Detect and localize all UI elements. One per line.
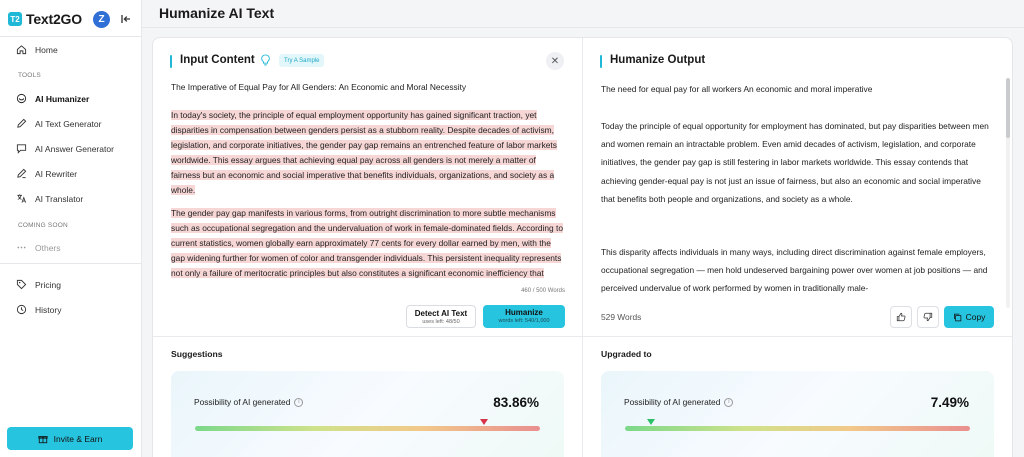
sidebar-item-label: AI Translator bbox=[35, 193, 84, 204]
sidebar-item-ai-text-generator[interactable]: AI Text Generator bbox=[16, 118, 101, 129]
home-icon bbox=[16, 45, 27, 55]
sidebar-item-label: Pricing bbox=[35, 279, 61, 290]
collapse-sidebar-icon[interactable] bbox=[118, 12, 132, 26]
sidebar-item-label: AI Answer Generator bbox=[35, 143, 114, 154]
page-title: Humanize AI Text bbox=[159, 5, 275, 21]
divider bbox=[0, 263, 142, 264]
ai-score-gauge bbox=[195, 419, 540, 431]
sidebar-item-label: AI Rewriter bbox=[35, 168, 78, 179]
copy-icon bbox=[953, 313, 961, 321]
chat-icon bbox=[16, 144, 27, 154]
ai-score-gauge bbox=[625, 419, 970, 431]
tag-icon bbox=[16, 279, 27, 290]
output-scrollbar[interactable] bbox=[1006, 78, 1010, 308]
invite-earn-button[interactable]: Invite & Earn bbox=[7, 427, 133, 450]
sidebar-item-label: History bbox=[35, 304, 62, 315]
gauge-marker bbox=[480, 419, 489, 425]
thumbs-down-button[interactable] bbox=[917, 306, 939, 328]
humanizer-card: Input Content Try A Sample ✕ The Imperat… bbox=[152, 37, 1013, 457]
gift-icon bbox=[38, 435, 48, 443]
sidebar-item-label: Others bbox=[35, 242, 61, 253]
sidebar-item-label: AI Humanizer bbox=[35, 93, 90, 104]
detect-ai-text-button[interactable]: Detect AI Text uses left: 48/50 bbox=[406, 305, 476, 328]
output-word-count: 529 Words bbox=[601, 312, 642, 322]
input-paragraph[interactable]: In today's society, the principle of equ… bbox=[171, 108, 564, 198]
input-panel-title: Input Content bbox=[180, 54, 255, 66]
input-word-count: 460 / 500 Words bbox=[521, 288, 565, 294]
upgraded-score-box: Possibility of AI generated i 7.49% bbox=[601, 371, 994, 457]
gauge-marker bbox=[646, 419, 655, 425]
row-divider bbox=[153, 336, 1012, 337]
avatar[interactable]: Z bbox=[93, 11, 110, 28]
input-heading[interactable]: The Imperative of Equal Pay for All Gend… bbox=[171, 82, 466, 92]
highlighted-text: The gender pay gap manifests in various … bbox=[171, 208, 564, 282]
suggestions-title: Suggestions bbox=[171, 349, 223, 359]
sidebar-item-ai-humanizer[interactable]: AI Humanizer bbox=[16, 93, 89, 104]
suggestions-score-box: Possibility of AI generated i 83.86% bbox=[171, 371, 564, 457]
ai-score-value: 83.86% bbox=[493, 395, 539, 410]
humanizer-icon bbox=[16, 93, 27, 104]
humanize-label: Humanize bbox=[505, 308, 543, 317]
more-dots-icon bbox=[17, 246, 26, 249]
sidebar-item-others: Others bbox=[16, 242, 61, 253]
header-divider bbox=[142, 27, 1024, 28]
lightbulb-icon[interactable] bbox=[260, 54, 271, 66]
ai-possibility-label: Possibility of AI generated i bbox=[624, 397, 734, 407]
copy-button[interactable]: Copy bbox=[944, 306, 994, 328]
info-icon[interactable]: i bbox=[294, 397, 304, 407]
tools-heading: TOOLS bbox=[18, 72, 41, 79]
column-divider bbox=[582, 38, 583, 457]
rewrite-icon bbox=[17, 168, 27, 179]
highlighted-text: In today's society, the principle of equ… bbox=[171, 110, 557, 195]
divider bbox=[0, 36, 142, 37]
clear-input-icon[interactable]: ✕ bbox=[546, 52, 564, 70]
sidebar: T2 Text2GO Z Home TOOLS AI Humanizer AI … bbox=[0, 0, 142, 457]
sidebar-item-pricing[interactable]: Pricing bbox=[16, 279, 61, 290]
humanize-words-left: words left: 540/1,000 bbox=[498, 318, 550, 324]
scrollbar-thumb[interactable] bbox=[1006, 78, 1010, 138]
detect-uses-left: uses left: 48/50 bbox=[422, 319, 460, 325]
thumbs-down-icon bbox=[923, 312, 933, 322]
sidebar-item-ai-translator[interactable]: AI Translator bbox=[16, 193, 83, 204]
ai-possibility-text: Possibility of AI generated bbox=[194, 397, 291, 407]
ai-possibility-text: Possibility of AI generated bbox=[624, 397, 721, 407]
coming-soon-heading: COMING SOON bbox=[18, 222, 68, 229]
sidebar-item-history[interactable]: History bbox=[16, 304, 61, 315]
clock-icon bbox=[16, 304, 27, 315]
sidebar-item-home[interactable]: Home bbox=[16, 44, 58, 55]
output-paragraph: This disparity affects individuals in ma… bbox=[601, 247, 988, 294]
thumbs-up-button[interactable] bbox=[890, 306, 912, 328]
input-paragraph[interactable]: The gender pay gap manifests in various … bbox=[171, 206, 564, 282]
copy-label: Copy bbox=[965, 312, 986, 322]
thumbs-up-icon bbox=[896, 312, 906, 322]
output-heading: The need for equal pay for all workers A… bbox=[601, 84, 873, 94]
output-panel-title: Humanize Output bbox=[610, 54, 706, 66]
title-accent-bar bbox=[170, 55, 172, 68]
ai-score-value: 7.49% bbox=[930, 395, 969, 410]
info-icon[interactable]: i bbox=[724, 397, 734, 407]
brand[interactable]: T2 Text2GO bbox=[8, 11, 82, 27]
brand-name: Text2GO bbox=[26, 11, 82, 27]
translate-icon bbox=[17, 194, 27, 203]
detect-label: Detect AI Text bbox=[414, 309, 468, 318]
try-sample-button[interactable]: Try A Sample bbox=[279, 54, 325, 67]
humanize-button[interactable]: Humanize words left: 540/1,000 bbox=[483, 305, 565, 328]
output-paragraph: Today the principle of equal opportunity… bbox=[601, 121, 989, 204]
sidebar-item-label: Home bbox=[35, 44, 58, 55]
sidebar-item-ai-answer-generator[interactable]: AI Answer Generator bbox=[16, 143, 114, 154]
invite-earn-label: Invite & Earn bbox=[53, 433, 103, 444]
sidebar-item-ai-rewriter[interactable]: AI Rewriter bbox=[16, 168, 77, 179]
pen-icon bbox=[17, 118, 27, 128]
title-accent-bar bbox=[600, 55, 602, 68]
brand-logo-icon: T2 bbox=[8, 12, 22, 26]
sidebar-item-label: AI Text Generator bbox=[35, 118, 102, 129]
ai-possibility-label: Possibility of AI generated i bbox=[194, 397, 304, 407]
upgraded-title: Upgraded to bbox=[601, 349, 652, 359]
